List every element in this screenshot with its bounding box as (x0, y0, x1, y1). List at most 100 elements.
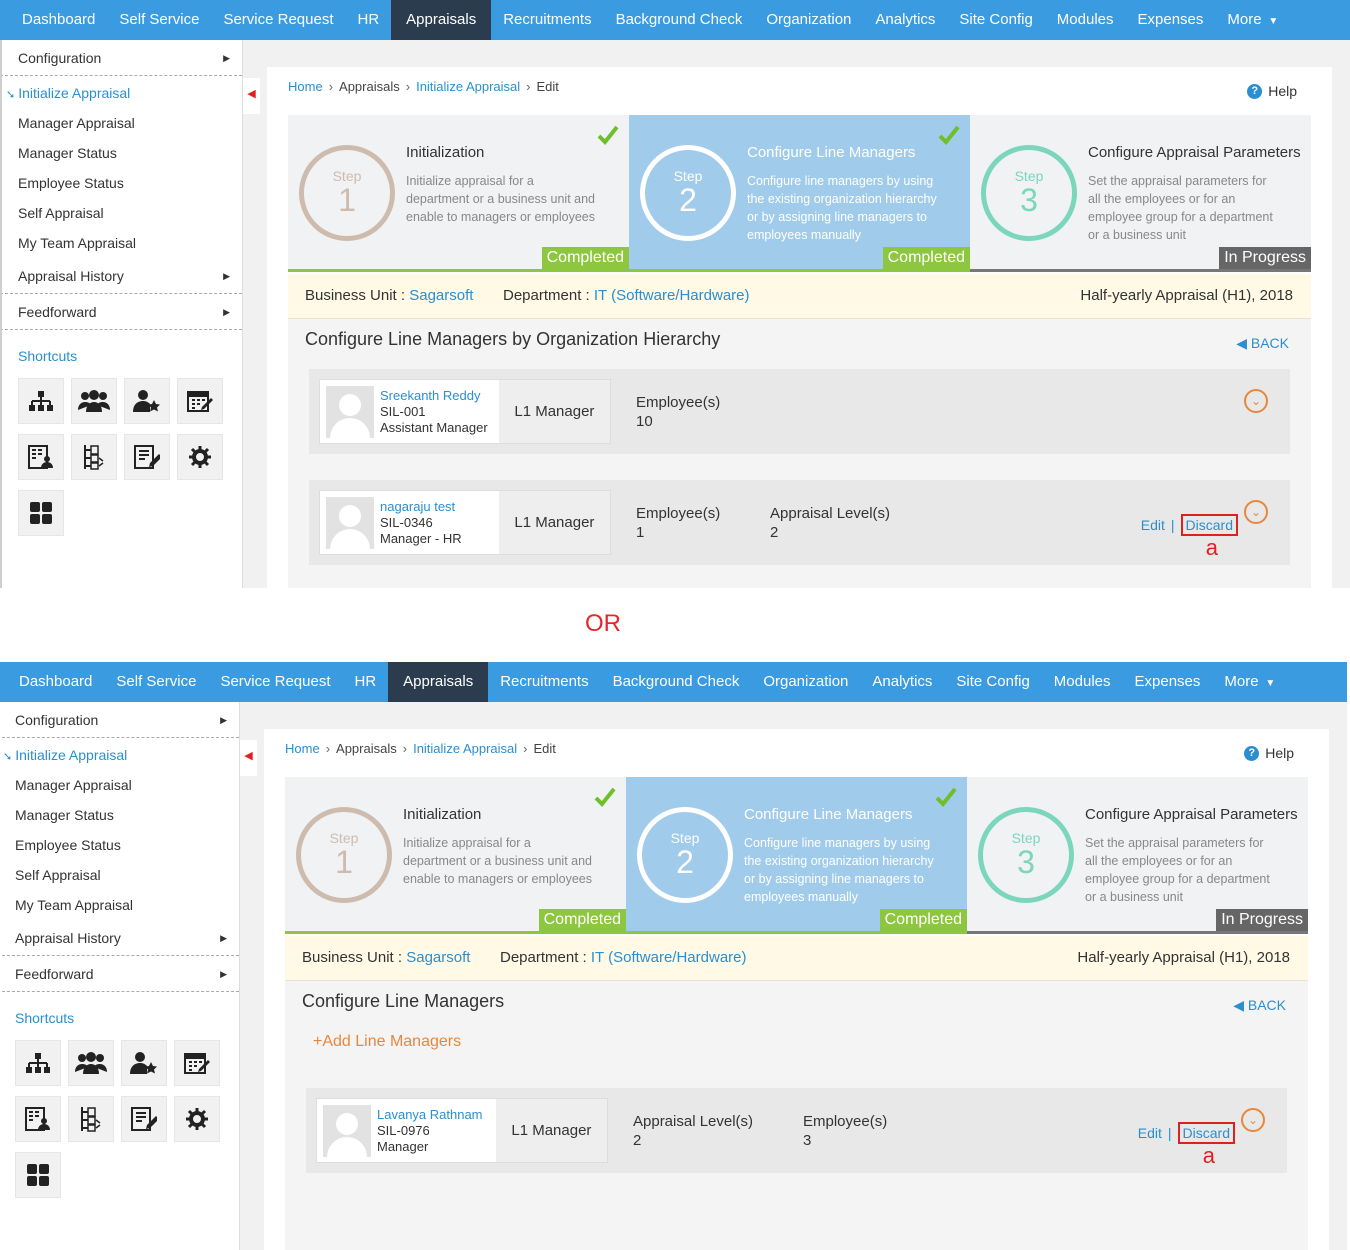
step-circle: Step 2 (637, 807, 733, 903)
breadcrumb-home[interactable]: Home (285, 741, 320, 756)
breadcrumb-initialize[interactable]: Initialize Appraisal (416, 79, 520, 94)
edit-link[interactable]: Edit (1141, 517, 1165, 533)
nav-hr[interactable]: HR (346, 0, 392, 40)
business-unit-value[interactable]: Sagarsoft (406, 949, 470, 966)
caret-right-icon: ▶ (220, 933, 227, 943)
nav-site-config[interactable]: Site Config (944, 662, 1041, 702)
help-link[interactable]: ? Help (1244, 745, 1294, 761)
sidebar-feedforward[interactable]: Feedforward ▶ (0, 956, 239, 992)
nav-modules[interactable]: Modules (1045, 0, 1126, 40)
hierarchy-doc-icon[interactable] (68, 1096, 114, 1142)
chevron-down-icon[interactable]: ⌄ (1241, 1108, 1265, 1132)
caret-right-icon: ▶ (220, 969, 227, 979)
add-line-managers-button[interactable]: +Add Line Managers (313, 1033, 461, 1051)
discard-link[interactable]: Discard (1180, 514, 1238, 536)
department-value[interactable]: IT (Software/Hardware) (594, 287, 750, 304)
sidebar-appraisal-history[interactable]: Appraisal History ▶ (0, 258, 242, 294)
help-link[interactable]: ? Help (1247, 83, 1297, 99)
nav-recruitments[interactable]: Recruitments (491, 0, 603, 40)
manager-box: Lavanya Rathnam SIL-0976 Manager L1 Mana… (316, 1098, 608, 1163)
nav-self-service[interactable]: Self Service (104, 662, 208, 702)
sidebar-item-manager-status[interactable]: Manager Status (0, 138, 242, 168)
manager-box: Sreekanth Reddy SIL-001 Assistant Manage… (319, 379, 611, 444)
user-star-icon[interactable] (121, 1040, 167, 1086)
sidebar-item-initialize-appraisal[interactable]: ➘ Initialize Appraisal (0, 740, 239, 770)
nav-more[interactable]: More ▼ (1212, 662, 1287, 702)
manager-name[interactable]: Lavanya Rathnam (377, 1107, 483, 1123)
team-icon[interactable] (71, 378, 117, 424)
discard-link[interactable]: Discard (1177, 1122, 1235, 1144)
nav-more[interactable]: More ▼ (1215, 0, 1290, 40)
sidebar-item-self-appraisal[interactable]: Self Appraisal (0, 860, 239, 890)
employees-count: Employee(s) 1 (636, 505, 721, 541)
caret-down-icon: ▼ (1265, 16, 1279, 27)
manager-id: SIL-0976 (377, 1122, 430, 1138)
sidebar-item-employee-status[interactable]: Employee Status (0, 830, 239, 860)
apps-grid-icon[interactable] (18, 490, 64, 536)
team-icon[interactable] (68, 1040, 114, 1086)
nav-service-request[interactable]: Service Request (211, 0, 345, 40)
sidebar-item-initialize-appraisal[interactable]: ➘ Initialize Appraisal (0, 78, 242, 108)
sidebar-configuration[interactable]: Configuration ▶ (0, 702, 239, 738)
nav-dashboard[interactable]: Dashboard (0, 662, 104, 702)
calendar-edit-icon[interactable] (174, 1040, 220, 1086)
manager-name[interactable]: nagaraju test (380, 499, 462, 515)
sidebar-item-my-team-appraisal[interactable]: My Team Appraisal (0, 890, 239, 920)
gear-icon[interactable] (177, 434, 223, 480)
breadcrumb-home[interactable]: Home (288, 79, 323, 94)
step-circle: Step 1 (296, 807, 392, 903)
nav-appraisals[interactable]: Appraisals (388, 662, 489, 702)
user-star-icon[interactable] (124, 378, 170, 424)
gear-icon[interactable] (174, 1096, 220, 1142)
collapse-sidebar-icon[interactable]: ◀ (240, 740, 257, 776)
nav-organization[interactable]: Organization (754, 0, 863, 40)
nav-analytics[interactable]: Analytics (860, 662, 944, 702)
apps-grid-icon[interactable] (15, 1152, 61, 1198)
chevron-down-icon[interactable]: ⌄ (1244, 389, 1268, 413)
org-chart-icon[interactable] (18, 378, 64, 424)
edit-link[interactable]: Edit (1138, 1125, 1162, 1141)
chevron-down-icon[interactable]: ⌄ (1244, 500, 1268, 524)
nav-service-request[interactable]: Service Request (208, 662, 342, 702)
department-value[interactable]: IT (Software/Hardware) (591, 949, 747, 966)
sidebar-item-manager-appraisal[interactable]: Manager Appraisal (0, 770, 239, 800)
document-edit-icon[interactable] (124, 434, 170, 480)
employee-card-icon[interactable] (18, 434, 64, 480)
sidebar-configuration[interactable]: Configuration ▶ (0, 40, 242, 76)
nav-modules[interactable]: Modules (1042, 662, 1123, 702)
breadcrumb: Home › Appraisals › Initialize Appraisal › … (285, 741, 556, 756)
org-chart-icon[interactable] (15, 1040, 61, 1086)
nav-dashboard[interactable]: Dashboard (0, 0, 107, 40)
nav-analytics[interactable]: Analytics (863, 0, 947, 40)
check-icon (594, 787, 616, 807)
nav-organization[interactable]: Organization (751, 662, 860, 702)
sidebar-item-self-appraisal[interactable]: Self Appraisal (0, 198, 242, 228)
caret-right-icon: ▶ (223, 307, 230, 317)
nav-site-config[interactable]: Site Config (947, 0, 1044, 40)
back-link[interactable]: ◀ BACK (1236, 335, 1289, 352)
nav-self-service[interactable]: Self Service (107, 0, 211, 40)
hierarchy-doc-icon[interactable] (71, 434, 117, 480)
step-description: Set the appraisal parameters for all the… (1088, 174, 1273, 242)
nav-hr[interactable]: HR (343, 662, 389, 702)
nav-expenses[interactable]: Expenses (1123, 662, 1213, 702)
sidebar-item-employee-status[interactable]: Employee Status (0, 168, 242, 198)
sidebar-item-manager-appraisal[interactable]: Manager Appraisal (0, 108, 242, 138)
sidebar-appraisal-history[interactable]: Appraisal History ▶ (0, 920, 239, 956)
nav-appraisals[interactable]: Appraisals (391, 0, 492, 40)
collapse-sidebar-icon[interactable]: ◀ (243, 78, 260, 114)
document-edit-icon[interactable] (121, 1096, 167, 1142)
back-link[interactable]: ◀ BACK (1233, 997, 1286, 1014)
employee-card-icon[interactable] (15, 1096, 61, 1142)
nav-background-check[interactable]: Background Check (601, 662, 752, 702)
sidebar-item-my-team-appraisal[interactable]: My Team Appraisal (0, 228, 242, 258)
nav-expenses[interactable]: Expenses (1126, 0, 1216, 40)
manager-name[interactable]: Sreekanth Reddy (380, 388, 488, 404)
nav-background-check[interactable]: Background Check (604, 0, 755, 40)
calendar-edit-icon[interactable] (177, 378, 223, 424)
nav-recruitments[interactable]: Recruitments (488, 662, 600, 702)
business-unit-value[interactable]: Sagarsoft (409, 287, 473, 304)
breadcrumb-initialize[interactable]: Initialize Appraisal (413, 741, 517, 756)
sidebar-feedforward[interactable]: Feedforward ▶ (0, 294, 242, 330)
sidebar-item-manager-status[interactable]: Manager Status (0, 800, 239, 830)
